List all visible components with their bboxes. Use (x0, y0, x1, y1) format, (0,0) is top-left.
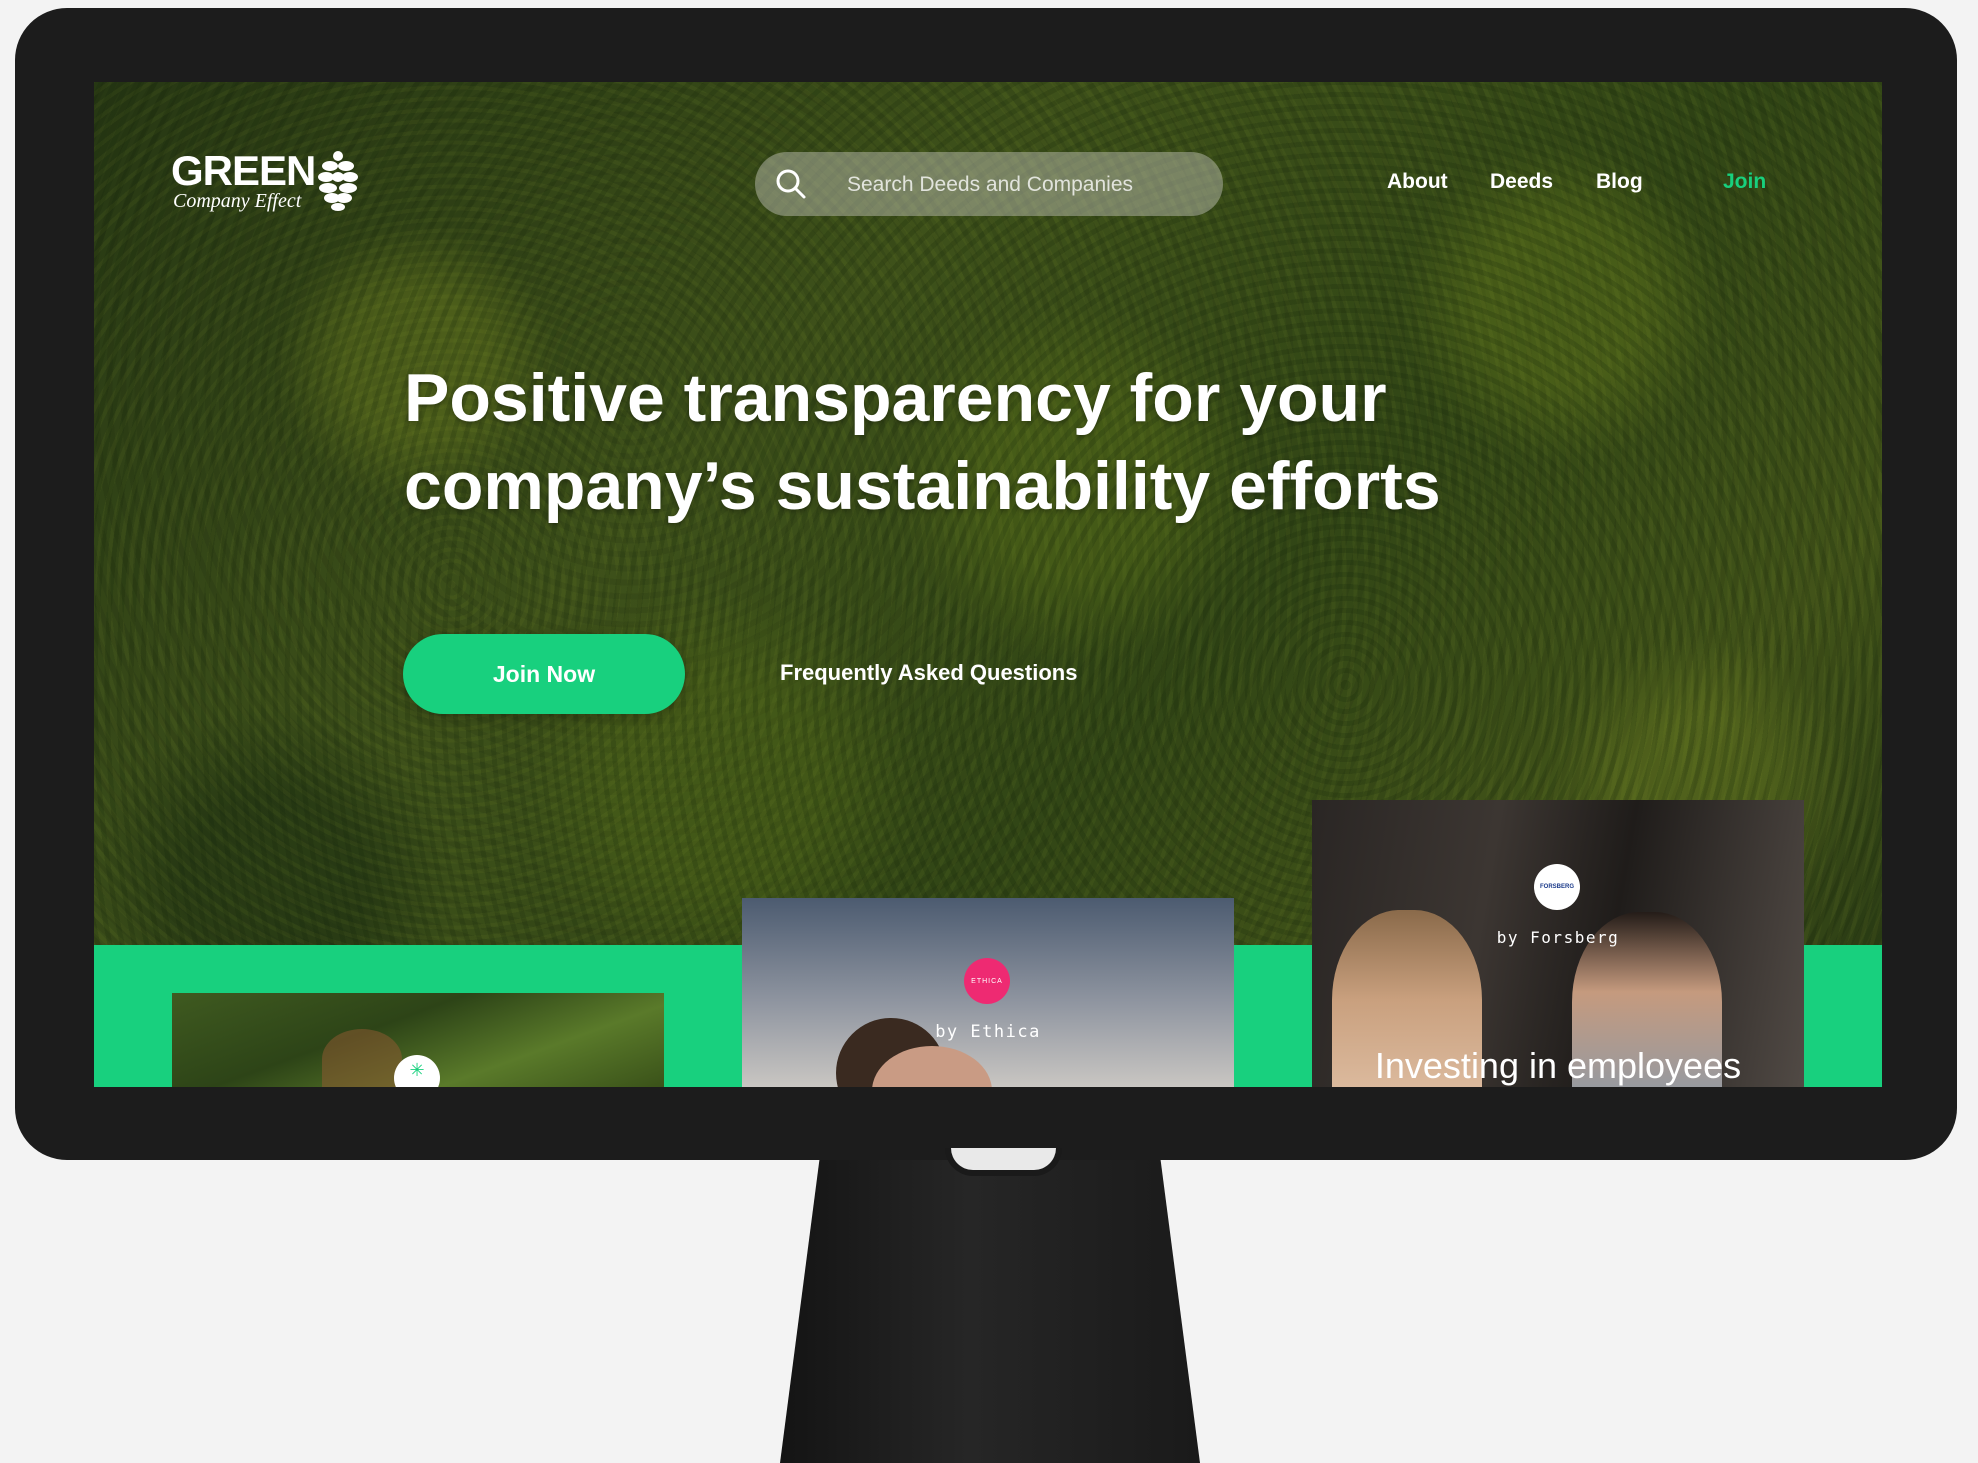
company-logo-avatar: ✳ (394, 1055, 440, 1087)
deed-card[interactable]: ETHICA by Ethica (742, 898, 1234, 1087)
website-screen: GREEN Company Effect Search Deeds and Co… (94, 82, 1882, 1087)
company-logo-avatar: ETHICA (964, 958, 1010, 1004)
monitor-stand (780, 1140, 1200, 1463)
card-company-byline: by Ethica (935, 1022, 1041, 1042)
hero-headline: Positive transparency for your company’s… (404, 354, 1504, 530)
join-now-button[interactable]: Join Now (403, 634, 685, 714)
card-title: Investing in employees (1374, 1045, 1742, 1086)
deed-card[interactable]: ✳ (172, 993, 664, 1087)
company-logo-avatar: FORSBERG (1534, 864, 1580, 910)
top-nav: About Deeds Blog Join (94, 82, 1882, 282)
monitor-hinge (945, 1148, 1062, 1176)
nav-link-blog[interactable]: Blog (1596, 170, 1643, 194)
deed-card[interactable]: FORSBERG by Forsberg Investing in employ… (1312, 800, 1804, 1087)
card-image-plant (322, 1029, 402, 1087)
faq-link[interactable]: Frequently Asked Questions (780, 660, 1077, 686)
card-company-byline: by Forsberg (1496, 928, 1620, 947)
hero-headline-line2: company’s sustainability efforts (404, 448, 1441, 524)
company-logo-text: FORSBERG (1539, 884, 1574, 890)
nav-link-join[interactable]: Join (1723, 170, 1766, 194)
company-logo-text: ETHICA (971, 977, 1003, 985)
nav-link-about[interactable]: About (1387, 170, 1448, 194)
hero-headline-line1: Positive transparency for your (404, 360, 1387, 436)
nav-link-deeds[interactable]: Deeds (1490, 170, 1553, 194)
